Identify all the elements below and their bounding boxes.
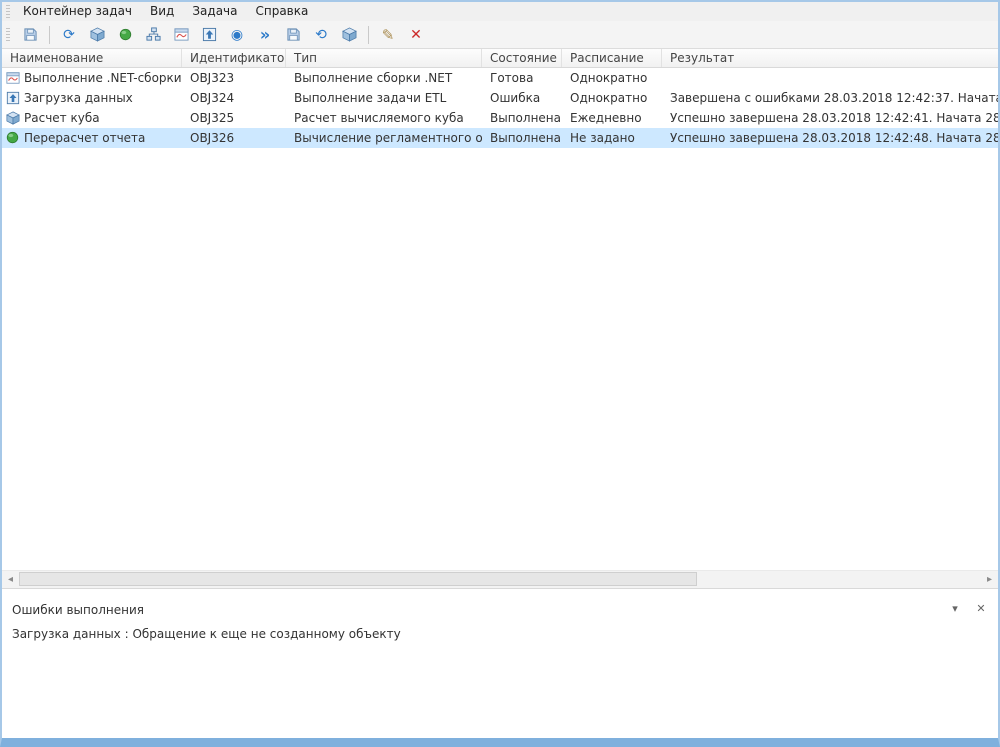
- error-message: Загрузка данных : Обращение к еще не соз…: [12, 627, 988, 641]
- floppy-icon: [286, 27, 301, 42]
- run-task-button[interactable]: »: [253, 24, 277, 46]
- cube-task-button[interactable]: [85, 24, 109, 46]
- toolbar: ⟳ ◉ » ⟲ ✎ ✕: [2, 21, 998, 49]
- task-id: OBJ325: [182, 108, 286, 128]
- net-task-button[interactable]: [169, 24, 193, 46]
- column-header-schedule[interactable]: Расписание: [562, 49, 662, 67]
- menu-help[interactable]: Справка: [246, 2, 317, 21]
- task-name: Выполнение .NET-сборки: [24, 68, 182, 88]
- column-header-name[interactable]: Наименование: [2, 49, 182, 67]
- menu-task-container[interactable]: Контейнер задач: [14, 2, 141, 21]
- task-result: Успешно завершена 28.03.2018 12:42:41. Н…: [662, 108, 998, 128]
- task-result: Завершена с ошибками 28.03.2018 12:42:37…: [662, 88, 998, 108]
- green-sphere-icon: [119, 28, 132, 41]
- task-state: Выполнена: [482, 128, 562, 148]
- cube-icon: [342, 27, 357, 42]
- hierarchy-icon: [146, 27, 161, 42]
- menu-task[interactable]: Задача: [183, 2, 246, 21]
- task-type: Выполнение задачи ETL: [286, 88, 482, 108]
- column-header-type[interactable]: Тип: [286, 49, 482, 67]
- task-type: Вычисление регламентного отчета: [286, 128, 482, 148]
- column-header-result[interactable]: Результат: [662, 49, 998, 67]
- scroll-left-arrow-icon[interactable]: ◂: [2, 571, 19, 588]
- task-name: Загрузка данных: [24, 88, 133, 108]
- table-row[interactable]: Выполнение .NET-сборки OBJ323 Выполнение…: [2, 68, 998, 88]
- task-schedule: Не задано: [562, 128, 662, 148]
- app-window: Контейнер задач Вид Задача Справка ⟳ ◉ »: [0, 0, 1000, 747]
- table-row[interactable]: Загрузка данных OBJ324 Выполнение задачи…: [2, 88, 998, 108]
- task-name: Перерасчет отчета: [24, 128, 145, 148]
- task-name: Расчет куба: [24, 108, 100, 128]
- task-id: OBJ326: [182, 128, 286, 148]
- table-header: Наименование Идентификатор Тип Состояние…: [2, 49, 998, 68]
- panel-splitter[interactable]: [2, 588, 998, 597]
- etl-task-button[interactable]: [197, 24, 221, 46]
- upload-box-icon: [202, 27, 217, 42]
- toolbar-separator: [368, 26, 369, 44]
- error-panel-title: Ошибки выполнения: [12, 603, 988, 617]
- refresh-state-button[interactable]: ⟲: [309, 24, 333, 46]
- task-state: Ошибка: [482, 88, 562, 108]
- scrollbar-thumb[interactable]: [19, 572, 697, 586]
- chevron-down-icon[interactable]: ▾: [948, 601, 962, 615]
- menu-view[interactable]: Вид: [141, 2, 183, 21]
- task-result: Успешно завершена 28.03.2018 12:42:48. Н…: [662, 128, 998, 148]
- task-schedule: Ежедневно: [562, 108, 662, 128]
- net-task-icon: [6, 71, 20, 85]
- save-task-button[interactable]: [281, 24, 305, 46]
- task-list: Выполнение .NET-сборки OBJ323 Выполнение…: [2, 68, 998, 570]
- window-wave-icon: [174, 27, 189, 42]
- report-task-icon: [6, 131, 20, 145]
- toolbar-grip: [6, 28, 10, 42]
- task-id: OBJ324: [182, 88, 286, 108]
- horizontal-scrollbar[interactable]: ◂ ▸: [2, 570, 998, 588]
- hierarchy-task-button[interactable]: [141, 24, 165, 46]
- close-icon[interactable]: ✕: [974, 601, 988, 615]
- task-type: Расчет вычисляемого куба: [286, 108, 482, 128]
- cube-task-icon: [6, 111, 20, 125]
- cube-icon: [90, 27, 105, 42]
- menu-bar: Контейнер задач Вид Задача Справка: [2, 2, 998, 21]
- process-cube-button[interactable]: [337, 24, 361, 46]
- toolbar-separator: [49, 26, 50, 44]
- task-state: Выполнена: [482, 108, 562, 128]
- sphere-task-button[interactable]: ◉: [225, 24, 249, 46]
- table-row[interactable]: Расчет куба OBJ325 Расчет вычисляемого к…: [2, 108, 998, 128]
- error-panel: Ошибки выполнения ▾ ✕ Загрузка данных : …: [2, 597, 998, 738]
- save-button[interactable]: [18, 24, 42, 46]
- report-task-button[interactable]: [113, 24, 137, 46]
- column-header-id[interactable]: Идентификатор: [182, 49, 286, 67]
- floppy-icon: [23, 27, 38, 42]
- task-id: OBJ323: [182, 68, 286, 88]
- task-schedule: Однократно: [562, 88, 662, 108]
- task-state: Готова: [482, 68, 562, 88]
- delete-task-button[interactable]: ✕: [404, 24, 428, 46]
- edit-task-button[interactable]: ✎: [376, 24, 400, 46]
- task-schedule: Однократно: [562, 68, 662, 88]
- etl-task-icon: [6, 91, 20, 105]
- refresh-button[interactable]: ⟳: [57, 24, 81, 46]
- menubar-grip: [6, 5, 10, 19]
- scroll-right-arrow-icon[interactable]: ▸: [981, 571, 998, 588]
- task-type: Выполнение сборки .NET: [286, 68, 482, 88]
- column-header-state[interactable]: Состояние: [482, 49, 562, 67]
- table-row-selected[interactable]: Перерасчет отчета OBJ326 Вычисление регл…: [2, 128, 998, 148]
